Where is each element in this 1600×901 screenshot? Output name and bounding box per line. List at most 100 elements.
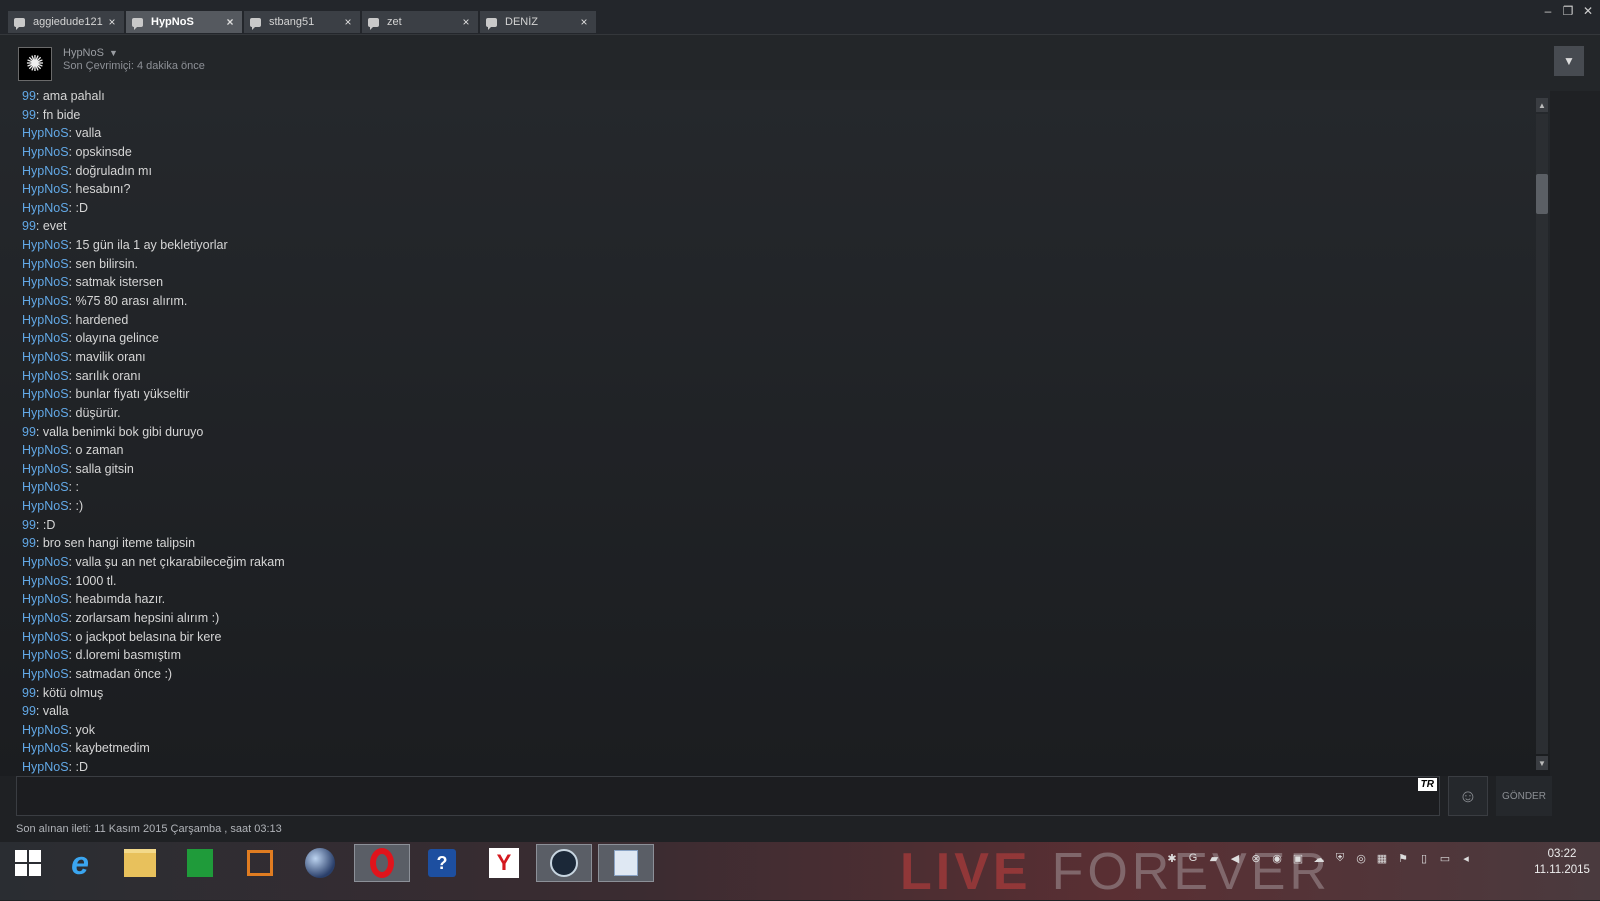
message-sender[interactable]: 99	[22, 686, 36, 700]
message-text: : kaybetmedim	[68, 741, 150, 756]
message-sender[interactable]: HypNoS	[22, 126, 69, 140]
message-sender[interactable]: HypNoS	[22, 667, 69, 681]
message-text: : :D	[35, 517, 56, 532]
message-sender[interactable]: 99	[22, 90, 36, 103]
tab-hypnos[interactable]: HypNoS ×	[126, 11, 242, 33]
message-sender[interactable]: HypNoS	[22, 313, 69, 327]
network-icon[interactable]: ▭	[1438, 850, 1452, 866]
globe-icon[interactable]	[292, 844, 348, 882]
message-sender[interactable]: HypNoS	[22, 350, 69, 364]
message-sender[interactable]: HypNoS	[22, 555, 69, 569]
tab-stbang51[interactable]: stbang51 ×	[244, 11, 360, 33]
message-sender[interactable]: HypNoS	[22, 331, 69, 345]
chat-log[interactable]: 99: ama pahalı 99: fn bide HypNoS: valla Hy…	[0, 90, 1550, 776]
system-clock[interactable]: 03:22 11.11.2015	[1527, 846, 1597, 878]
message-sender[interactable]: HypNoS	[22, 182, 69, 196]
scroll-down-icon[interactable]: ▼	[1536, 756, 1548, 770]
message-list: 99: ama pahalı 99: fn bide HypNoS: valla Hy…	[22, 90, 285, 776]
help-icon[interactable]: ?	[414, 844, 470, 882]
close-tab-icon[interactable]: ×	[106, 15, 118, 29]
nvidia-icon[interactable]: ▰	[1207, 850, 1221, 866]
close-window-icon[interactable]: ✕	[1582, 4, 1594, 18]
send-button[interactable]: GÖNDER	[1496, 776, 1552, 816]
restore-icon[interactable]: ❐	[1562, 4, 1574, 18]
smiley-icon: ☺	[1458, 785, 1478, 806]
action-center-icon[interactable]: ⚑	[1396, 850, 1410, 866]
message-sender[interactable]: 99	[22, 536, 36, 550]
message-sender[interactable]: HypNoS	[22, 201, 69, 215]
message-sender[interactable]: HypNoS	[22, 592, 69, 606]
message-sender[interactable]: HypNoS	[22, 294, 69, 308]
tab-label: zet	[387, 16, 402, 28]
message-sender[interactable]: 99	[22, 108, 36, 122]
message-sender[interactable]: HypNoS	[22, 741, 69, 755]
windows-start-icon[interactable]	[0, 844, 56, 882]
opera-icon[interactable]	[354, 844, 410, 882]
message-sender[interactable]: HypNoS	[22, 443, 69, 457]
close-tab-icon[interactable]: ×	[224, 15, 236, 29]
message-sender[interactable]: HypNoS	[22, 164, 69, 178]
g-app-icon[interactable]: G	[1186, 850, 1200, 866]
store-icon[interactable]	[172, 844, 228, 882]
message-sender[interactable]: 99	[22, 425, 36, 439]
message-sender[interactable]: HypNoS	[22, 648, 69, 662]
message-sender[interactable]: HypNoS	[22, 145, 69, 159]
minimize-icon[interactable]: –	[1542, 4, 1554, 18]
message-sender[interactable]: 99	[22, 219, 36, 233]
message-sender[interactable]: HypNoS	[22, 275, 69, 289]
message-sender[interactable]: HypNoS	[22, 480, 69, 494]
chrome-icon[interactable]: ◉	[1270, 850, 1284, 866]
tab-deniz[interactable]: DENİZ ×	[480, 11, 596, 33]
orange-app-icon[interactable]: ▦	[1375, 850, 1389, 866]
office-icon[interactable]	[232, 844, 288, 882]
scroll-up-icon[interactable]: ▲	[1536, 98, 1548, 112]
message-sender[interactable]: 99	[22, 704, 36, 718]
chat-scrollbar[interactable]: ▲ ▼	[1534, 98, 1550, 770]
steam-icon[interactable]	[536, 844, 592, 882]
power-icon[interactable]: ▯	[1417, 850, 1431, 866]
network-app-icon[interactable]: ▣	[1291, 850, 1305, 866]
caret-down-icon: ▼	[108, 48, 118, 58]
scroll-thumb[interactable]	[1536, 174, 1548, 214]
chat-message: HypNoS: heabımda hazır.	[22, 590, 285, 609]
volume-icon[interactable]: ◂	[1459, 850, 1473, 866]
chat-message: HypNoS: düşürür.	[22, 404, 285, 423]
file-explorer-icon[interactable]	[112, 844, 168, 882]
paint-icon[interactable]	[598, 844, 654, 882]
message-sender[interactable]: HypNoS	[22, 257, 69, 271]
steam-tray-icon[interactable]: ◎	[1354, 850, 1368, 866]
avatar[interactable]: ✺	[18, 47, 52, 81]
cloud-icon[interactable]: ☁	[1312, 850, 1326, 866]
bluetooth-icon[interactable]: ✱	[1165, 850, 1179, 866]
chat-options-button[interactable]: ▼	[1554, 46, 1584, 76]
message-sender[interactable]: HypNoS	[22, 760, 69, 774]
tab-zet[interactable]: zet ×	[362, 11, 478, 33]
message-sender[interactable]: HypNoS	[22, 387, 69, 401]
close-tab-icon[interactable]: ×	[578, 15, 590, 29]
message-sender[interactable]: HypNoS	[22, 369, 69, 383]
message-sender[interactable]: HypNoS	[22, 630, 69, 644]
message-sender[interactable]: HypNoS	[22, 406, 69, 420]
message-sender[interactable]: HypNoS	[22, 462, 69, 476]
message-sender[interactable]: HypNoS	[22, 723, 69, 737]
message-sender[interactable]: HypNoS	[22, 611, 69, 625]
close-tab-icon[interactable]: ×	[460, 15, 472, 29]
close-tab-icon[interactable]: ×	[342, 15, 354, 29]
message-sender[interactable]: HypNoS	[22, 499, 69, 513]
emoticon-button[interactable]: ☺	[1448, 776, 1488, 816]
message-sender[interactable]: 99	[22, 518, 36, 532]
message-sender[interactable]: HypNoS	[22, 238, 69, 252]
message-text: : :D	[68, 760, 88, 775]
muted-speaker-icon[interactable]: ◀	[1228, 850, 1242, 866]
message-text: : satmak istersen	[68, 275, 164, 290]
chat-message: HypNoS: doğruladın mı	[22, 162, 285, 181]
message-input[interactable]: TR	[16, 776, 1440, 816]
friend-name[interactable]: HypNoS ▼	[63, 47, 118, 59]
internet-explorer-icon[interactable]: e	[52, 844, 108, 882]
chat-message: HypNoS: valla	[22, 124, 285, 143]
tab-aggiedude121[interactable]: aggiedude121 ×	[8, 11, 124, 33]
message-sender[interactable]: HypNoS	[22, 574, 69, 588]
yandex-icon[interactable]: Y	[476, 844, 532, 882]
security-icon[interactable]: ⛨	[1333, 850, 1347, 866]
shield-alert-icon[interactable]: ⊗	[1249, 850, 1263, 866]
